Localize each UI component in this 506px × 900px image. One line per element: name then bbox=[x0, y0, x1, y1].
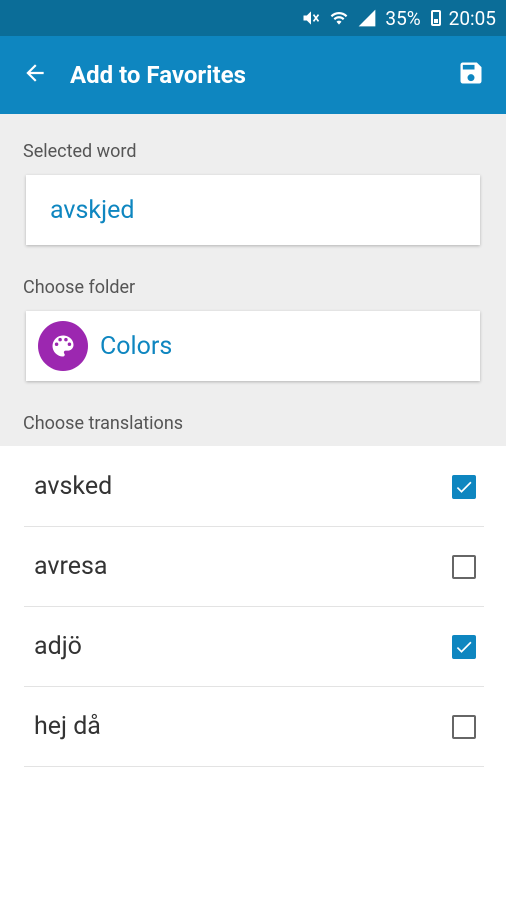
save-icon bbox=[457, 59, 485, 91]
checkbox[interactable] bbox=[452, 474, 476, 499]
selected-word-value: avskjed bbox=[50, 195, 135, 225]
clock: 20:05 bbox=[448, 6, 496, 30]
translation-label: adjö bbox=[34, 632, 82, 661]
back-button[interactable] bbox=[0, 36, 70, 114]
check-icon bbox=[456, 481, 472, 493]
choose-translations-label: Choose translations bbox=[23, 413, 184, 434]
arrow-back-icon bbox=[22, 60, 48, 90]
translation-label: hej då bbox=[34, 712, 101, 741]
translation-label: avsked bbox=[34, 472, 113, 501]
palette-icon bbox=[38, 321, 88, 371]
mute-icon bbox=[301, 8, 321, 28]
signal-icon bbox=[357, 8, 377, 28]
checkbox[interactable] bbox=[452, 714, 476, 739]
selected-word-label: Selected word bbox=[23, 141, 137, 162]
checkbox[interactable] bbox=[452, 634, 476, 659]
status-bar: 35% 20:05 bbox=[0, 0, 506, 36]
translation-item[interactable]: avresa bbox=[24, 527, 484, 607]
translations-list: avsked avresa adjö hej då bbox=[0, 447, 506, 767]
save-button[interactable] bbox=[436, 36, 506, 114]
app-bar: Add to Favorites bbox=[0, 36, 506, 114]
battery-icon bbox=[430, 10, 441, 26]
form-area: Selected word avskjed Choose folder Colo… bbox=[0, 114, 506, 446]
choose-folder-label: Choose folder bbox=[23, 277, 136, 298]
checkbox[interactable] bbox=[452, 554, 476, 579]
translation-item[interactable]: adjö bbox=[24, 607, 484, 687]
battery-percent: 35% bbox=[385, 6, 421, 30]
check-icon bbox=[456, 641, 472, 653]
folder-name: Colors bbox=[100, 331, 173, 361]
selected-word-card: avskjed bbox=[26, 175, 480, 245]
folder-selector[interactable]: Colors bbox=[26, 311, 480, 381]
translation-item[interactable]: avsked bbox=[24, 447, 484, 527]
page-title: Add to Favorites bbox=[70, 61, 246, 89]
translation-label: avresa bbox=[34, 552, 108, 581]
wifi-icon bbox=[329, 8, 349, 28]
translation-item[interactable]: hej då bbox=[24, 687, 484, 767]
